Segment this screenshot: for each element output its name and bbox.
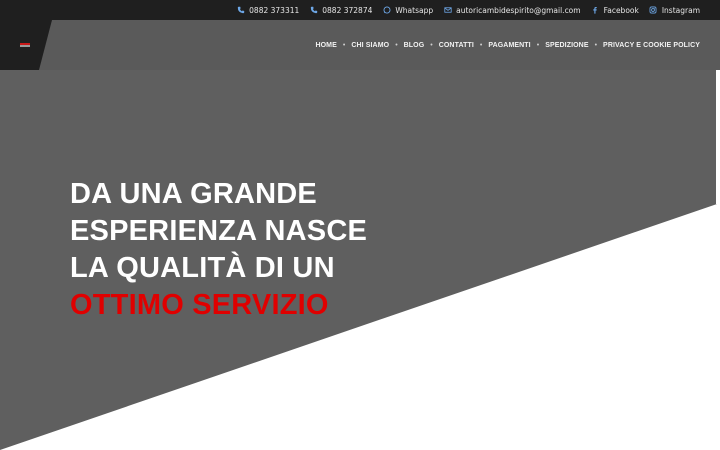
nav-item-chi-siamo[interactable]: CHI SIAMO <box>351 42 389 49</box>
main-navbar: HOME • CHI SIAMO • BLOG • CONTATTI • PAG… <box>0 20 720 70</box>
hero-title: DA UNA GRANDE ESPERIENZA NASCE LA QUALIT… <box>70 176 430 324</box>
facebook-label: Facebook <box>603 5 639 15</box>
nav-separator: • <box>479 41 483 49</box>
whatsapp-link[interactable]: Whatsapp <box>382 6 433 15</box>
nav-separator: • <box>430 41 433 49</box>
nav-item-home[interactable]: HOME <box>315 42 336 49</box>
phone-link-1[interactable]: 0882 373311 <box>236 6 299 15</box>
facebook-icon <box>591 6 600 15</box>
nav-separator: • <box>395 41 398 49</box>
nav-item-pagamenti[interactable]: PAGAMENTI <box>488 42 530 49</box>
hero-line-2: ESPERIENZA NASCE <box>70 215 368 247</box>
hero-accent-line: OTTIMO SERVIZIO <box>70 289 329 321</box>
phone-link-2[interactable]: 0882 372874 <box>309 6 372 15</box>
top-contact-bar: 0882 373311 0882 372874 Whatsapp autoric… <box>0 0 720 20</box>
hero-line-3: LA QUALITÀ DI UN <box>70 252 335 284</box>
nav-separator: • <box>536 41 540 49</box>
nav-item-blog[interactable]: BLOG <box>404 42 425 49</box>
whatsapp-icon <box>382 6 391 15</box>
instagram-link[interactable]: Instagram <box>649 6 700 15</box>
phone-label-2: 0882 372874 <box>322 5 373 15</box>
phone-icon <box>309 6 318 15</box>
instagram-label: Instagram <box>661 5 700 15</box>
phone-icon <box>236 6 245 15</box>
hero-line-1: DA UNA GRANDE <box>70 178 317 210</box>
instagram-icon <box>649 6 658 15</box>
nav-item-privacy[interactable]: PRIVACY E COOKIE POLICY <box>603 42 700 49</box>
facebook-link[interactable]: Facebook <box>591 6 639 15</box>
nav-menu: HOME • CHI SIAMO • BLOG • CONTATTI • PAG… <box>315 20 700 70</box>
email-link[interactable]: autoricambidespirito@gmail.com <box>443 5 581 15</box>
nav-item-spedizione[interactable]: SPEDIZIONE <box>545 42 588 49</box>
hero-section: DA UNA GRANDE ESPERIENZA NASCE LA QUALIT… <box>0 70 720 450</box>
nav-separator: • <box>342 41 346 49</box>
nav-separator: • <box>594 41 598 49</box>
mail-icon <box>443 6 452 15</box>
logo-icon <box>20 43 30 47</box>
whatsapp-label: Whatsapp <box>395 5 434 15</box>
phone-label-1: 0882 373311 <box>249 5 300 15</box>
nav-item-contatti[interactable]: CONTATTI <box>439 42 474 49</box>
email-label: autoricambidespirito@gmail.com <box>456 5 581 15</box>
